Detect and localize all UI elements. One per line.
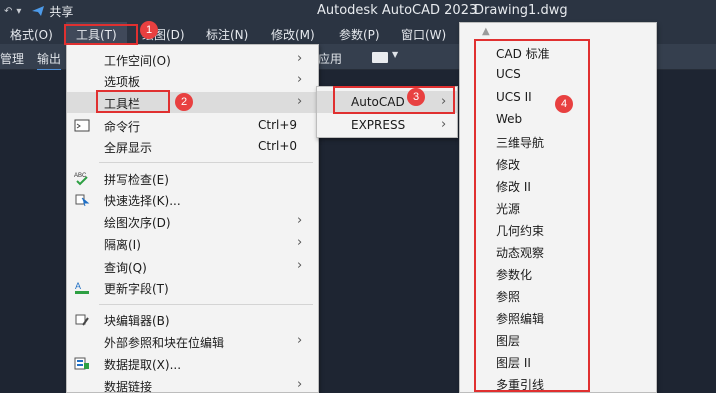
annotation-badge-2: 2 [175, 93, 193, 111]
annotation-badge-3: 3 [407, 88, 425, 106]
menu-separator [99, 304, 313, 305]
chevron-right-icon: › [297, 51, 303, 66]
menu-item-block-editor[interactable]: 块编辑器(B) [67, 309, 318, 330]
menu-item-data-extraction[interactable]: 数据提取(X)... [67, 353, 318, 374]
annotation-box-toolbar-list [474, 39, 590, 392]
menu-item-label: 工作空间(O) [104, 54, 171, 68]
chevron-right-icon: › [441, 117, 447, 132]
share-button[interactable]: 共享 [49, 3, 73, 20]
menu-item-label: 拼写检查(E) [104, 173, 169, 187]
menu-item-label: 命令行 [104, 120, 141, 134]
menu-parametric[interactable]: 参数(P) [339, 26, 380, 43]
menu-item-label: 全屏显示 [104, 141, 153, 155]
menu-item-command-line[interactable]: 命令行 Ctrl+9 [67, 115, 318, 136]
annotation-box-autocad [333, 86, 455, 114]
menu-item-fullscreen[interactable]: 全屏显示 Ctrl+0 [67, 136, 318, 157]
menu-item-label: 选项板 [104, 75, 141, 89]
submenu-item-express[interactable]: EXPRESS › [317, 114, 457, 136]
menu-item-label: 数据链接 [104, 380, 153, 393]
menu-item-label: 数据提取(X)... [104, 358, 182, 372]
undo-arrow-icon[interactable]: ↶ [4, 6, 12, 17]
menu-item-quick-select[interactable]: 快速选择(K)... [67, 189, 318, 210]
submenu-item-label: EXPRESS [351, 118, 406, 132]
menu-item-label: 快速选择(K)... [104, 194, 181, 208]
annotation-box-tools-menu [64, 24, 138, 45]
menu-item-isolate[interactable]: 隔离(I) › [67, 233, 318, 254]
svg-text:A: A [75, 281, 81, 291]
chevron-down-icon[interactable]: ▼ [392, 50, 398, 59]
menu-item-palettes[interactable]: 选项板 › [67, 70, 318, 91]
workspace-icon[interactable] [372, 52, 388, 63]
chevron-right-icon: › [297, 94, 303, 109]
command-line-icon [74, 119, 90, 132]
data-extraction-icon [74, 357, 89, 370]
menu-item-data-links[interactable]: 数据链接 › [67, 375, 318, 393]
menu-dimension[interactable]: 标注(N) [206, 26, 248, 43]
chevron-right-icon: › [297, 213, 303, 228]
menu-item-label: 更新字段(T) [104, 282, 169, 296]
chevron-right-icon: › [297, 235, 303, 250]
quick-access-toolbar: ↶ ▾ 共享 [4, 2, 73, 20]
menu-modify[interactable]: 修改(M) [271, 26, 315, 43]
menu-item-label: 查询(Q) [104, 261, 147, 275]
chevron-right-icon: › [297, 333, 303, 348]
ribbon-tab-apps[interactable]: 应用 [318, 50, 342, 67]
menu-item-update-fields[interactable]: A 更新字段(T) [67, 277, 318, 298]
menu-item-draw-order[interactable]: 绘图次序(D) › [67, 211, 318, 232]
app-title: Autodesk AutoCAD 2023 [317, 3, 478, 18]
title-bar: ↶ ▾ 共享 Autodesk AutoCAD 2023 Drawing1.dw… [0, 0, 716, 22]
chevron-right-icon: › [297, 258, 303, 273]
menu-item-label: 隔离(I) [104, 238, 141, 252]
menu-item-label: 块编辑器(B) [104, 314, 170, 328]
menu-item-label: 绘图次序(D) [104, 216, 171, 230]
menu-item-label: 外部参照和块在位编辑 [104, 336, 225, 350]
chevron-right-icon: › [297, 72, 303, 87]
menu-format[interactable]: 格式(O) [10, 26, 53, 43]
spell-check-icon: ABC [74, 173, 88, 186]
menu-separator [99, 162, 313, 163]
annotation-box-toolbars [96, 90, 170, 113]
qat-dropdown-icon[interactable]: ▾ [16, 6, 21, 17]
ribbon-tab-output[interactable]: 输出 [37, 50, 62, 71]
update-fields-icon: A [75, 281, 89, 294]
block-editor-icon [75, 314, 89, 326]
share-icon[interactable] [31, 5, 45, 17]
shortcut-label: Ctrl+9 [258, 118, 298, 132]
menu-item-inquiry[interactable]: 查询(Q) › [67, 256, 318, 277]
menu-item-xref-edit[interactable]: 外部参照和块在位编辑 › [67, 331, 318, 352]
chevron-right-icon: › [297, 377, 303, 392]
shortcut-label: Ctrl+0 [258, 139, 298, 153]
menu-item-spell-check[interactable]: ABC 拼写检查(E) [67, 168, 318, 189]
menu-item-workspaces[interactable]: 工作空间(O) › [67, 49, 318, 70]
annotation-badge-1: 1 [140, 21, 158, 39]
annotation-badge-4: 4 [555, 95, 573, 113]
document-title: Drawing1.dwg [474, 3, 568, 18]
quick-select-icon [75, 194, 90, 207]
scroll-up-icon[interactable]: ▲ [482, 26, 490, 37]
ribbon-tab-manage[interactable]: 管理 [0, 50, 24, 67]
menu-window[interactable]: 窗口(W) [401, 26, 446, 43]
